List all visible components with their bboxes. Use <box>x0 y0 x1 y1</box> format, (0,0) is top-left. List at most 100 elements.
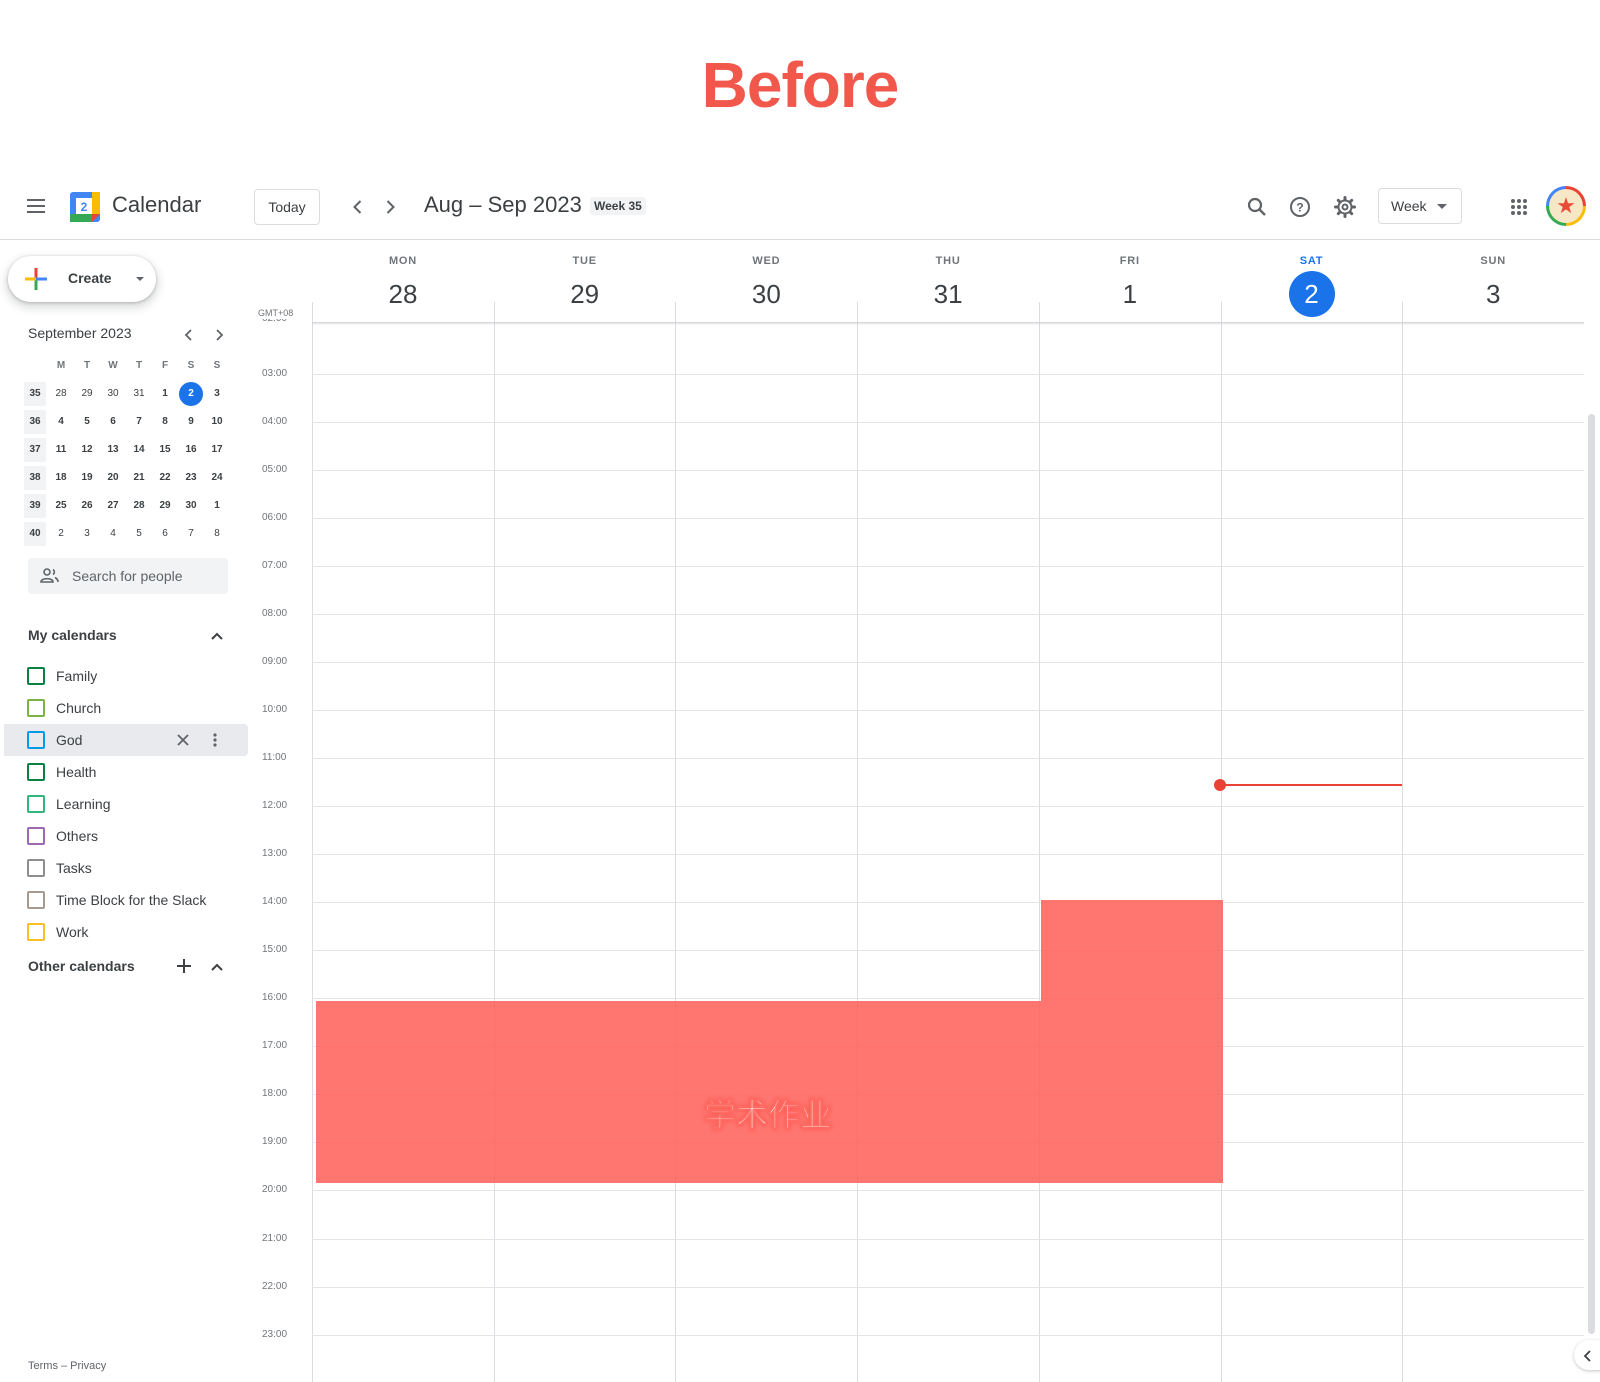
mini-day[interactable]: 4 <box>48 410 74 434</box>
calendar-item-time-block-for-the-slack[interactable]: Time Block for the Slack <box>4 884 248 916</box>
mini-day[interactable]: 5 <box>126 522 152 546</box>
next-icon[interactable] <box>378 195 402 219</box>
mini-day[interactable]: 26 <box>74 494 100 518</box>
mini-day[interactable]: 28 <box>48 382 74 406</box>
mini-day[interactable]: 3 <box>74 522 100 546</box>
checkbox[interactable] <box>27 699 45 717</box>
side-panel-toggle[interactable] <box>1574 1340 1600 1370</box>
checkbox[interactable] <box>27 763 45 781</box>
checkbox[interactable] <box>27 859 45 877</box>
people-search-input[interactable]: Search for people <box>28 558 228 594</box>
day-number[interactable]: 3 <box>1470 271 1516 317</box>
day-number[interactable]: 29 <box>562 271 608 317</box>
mini-day[interactable]: 24 <box>204 466 230 490</box>
menu-icon[interactable] <box>24 194 48 218</box>
calendar-item-god[interactable]: God <box>4 724 248 756</box>
more-vert-icon[interactable] <box>206 731 224 749</box>
calendar-item-learning[interactable]: Learning <box>4 788 248 820</box>
mini-day[interactable]: 7 <box>126 410 152 434</box>
checkbox[interactable] <box>27 795 45 813</box>
mini-day[interactable]: 10 <box>204 410 230 434</box>
week-grid[interactable] <box>312 323 1584 1382</box>
day-number[interactable]: 31 <box>925 271 971 317</box>
mini-day[interactable]: 4 <box>100 522 126 546</box>
mini-day[interactable]: 29 <box>74 382 100 406</box>
mini-week-number[interactable]: 35 <box>24 382 46 406</box>
mini-day[interactable]: 21 <box>126 466 152 490</box>
day-header-wed[interactable]: WED 30 <box>675 255 857 317</box>
calendar-item-church[interactable]: Church <box>4 692 248 724</box>
checkbox[interactable] <box>27 827 45 845</box>
checkbox[interactable] <box>27 923 45 941</box>
day-number[interactable]: 1 <box>1107 271 1153 317</box>
mini-day[interactable]: 1 <box>204 494 230 518</box>
mini-day[interactable]: 6 <box>152 522 178 546</box>
mini-day[interactable]: 27 <box>100 494 126 518</box>
mini-week-number[interactable]: 37 <box>24 438 46 462</box>
mini-day[interactable]: 9 <box>178 410 204 434</box>
apps-icon[interactable] <box>1506 194 1532 220</box>
calendar-item-family[interactable]: Family <box>4 660 248 692</box>
checkbox[interactable] <box>27 891 45 909</box>
checkbox[interactable] <box>27 731 45 749</box>
help-icon[interactable]: ? <box>1287 194 1313 220</box>
calendar-item-tasks[interactable]: Tasks <box>4 852 248 884</box>
footer-links[interactable]: Terms – Privacy <box>28 1360 106 1372</box>
settings-icon[interactable] <box>1332 194 1358 220</box>
calendar-logo[interactable]: 2 <box>68 190 102 224</box>
mini-day[interactable]: 25 <box>48 494 74 518</box>
today-button[interactable]: Today <box>254 189 320 225</box>
create-button[interactable]: Create <box>8 256 156 302</box>
mini-day[interactable]: 15 <box>152 438 178 462</box>
view-switcher[interactable]: Week <box>1378 188 1462 224</box>
mini-day[interactable]: 3 <box>204 382 230 406</box>
day-header-sat[interactable]: SAT 2 <box>1221 255 1403 317</box>
search-icon[interactable] <box>1244 194 1270 220</box>
close-icon[interactable] <box>174 731 192 749</box>
checkbox[interactable] <box>27 667 45 685</box>
mini-day[interactable]: 30 <box>100 382 126 406</box>
calendar-item-health[interactable]: Health <box>4 756 248 788</box>
mini-day[interactable]: 19 <box>74 466 100 490</box>
day-number[interactable]: 28 <box>380 271 426 317</box>
mini-day[interactable]: 11 <box>48 438 74 462</box>
day-header-tue[interactable]: TUE 29 <box>494 255 676 317</box>
collapse-icon[interactable] <box>207 626 227 646</box>
mini-week-number[interactable]: 38 <box>24 466 46 490</box>
mini-day[interactable]: 16 <box>178 438 204 462</box>
other-calendars-title[interactable]: Other calendars <box>28 958 135 974</box>
mini-day[interactable]: 29 <box>152 494 178 518</box>
mini-day[interactable]: 20 <box>100 466 126 490</box>
mini-prev-icon[interactable] <box>180 326 198 344</box>
day-number[interactable]: 2 <box>1288 271 1335 317</box>
mini-day[interactable]: 23 <box>178 466 204 490</box>
day-header-thu[interactable]: THU 31 <box>857 255 1039 317</box>
mini-day[interactable]: 1 <box>152 382 178 406</box>
mini-day[interactable]: 31 <box>126 382 152 406</box>
mini-day[interactable]: 30 <box>178 494 204 518</box>
calendar-item-others[interactable]: Others <box>4 820 248 852</box>
avatar[interactable]: ★ <box>1546 186 1586 226</box>
mini-day[interactable]: 18 <box>48 466 74 490</box>
add-icon[interactable] <box>174 956 194 976</box>
my-calendars-title[interactable]: My calendars <box>28 627 117 643</box>
day-header-fri[interactable]: FRI 1 <box>1039 255 1221 317</box>
calendar-item-work[interactable]: Work <box>4 916 248 948</box>
mini-next-icon[interactable] <box>210 326 228 344</box>
mini-week-number[interactable]: 39 <box>24 494 46 518</box>
mini-day[interactable]: 17 <box>204 438 230 462</box>
mini-day[interactable]: 6 <box>100 410 126 434</box>
mini-day[interactable]: 2 <box>179 382 203 406</box>
prev-icon[interactable] <box>346 195 370 219</box>
mini-day[interactable]: 14 <box>126 438 152 462</box>
day-header-sun[interactable]: SUN 3 <box>1402 255 1584 317</box>
mini-day[interactable]: 13 <box>100 438 126 462</box>
mini-week-number[interactable]: 36 <box>24 410 46 434</box>
collapse-icon[interactable] <box>207 957 227 977</box>
day-number[interactable]: 30 <box>743 271 789 317</box>
mini-day[interactable]: 5 <box>74 410 100 434</box>
mini-day[interactable]: 7 <box>178 522 204 546</box>
mini-day[interactable]: 28 <box>126 494 152 518</box>
mini-day[interactable]: 22 <box>152 466 178 490</box>
mini-day[interactable]: 2 <box>48 522 74 546</box>
